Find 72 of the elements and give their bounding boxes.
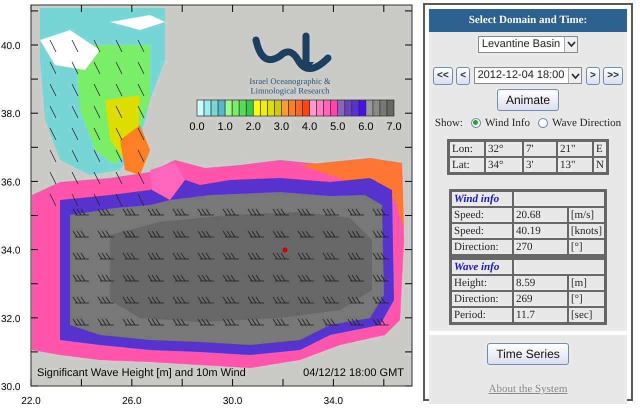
caret-icon <box>564 36 578 52</box>
nav-button[interactable]: > <box>586 66 600 84</box>
logo-text: Israel Oceanographic & <box>249 76 331 86</box>
table-cell: Direction: <box>451 239 513 255</box>
show-label: Show: <box>434 116 463 130</box>
colorbar-label: 7.0 <box>386 121 402 133</box>
table-cell: N <box>593 157 607 173</box>
table-cell: [m/s] <box>568 207 605 223</box>
logo-text: Limnological Research <box>250 86 330 96</box>
section-heading: Wave info <box>451 259 513 275</box>
table-cell: [m] <box>568 275 605 291</box>
axis-tick-label: 26.0 <box>122 396 142 407</box>
axis-tick-label: 34.0 <box>1 246 20 257</box>
table-cell: Direction: <box>451 291 513 307</box>
radio-label: Wind Info <box>484 116 530 130</box>
section-heading: Wind info <box>451 191 513 207</box>
map-timestamp: 04/12/12 18:00 GMT <box>303 367 404 379</box>
colorbar-label: 4.0 <box>302 121 318 133</box>
nav-button[interactable]: < <box>456 66 470 84</box>
axis-tick-label: 34.0 <box>324 396 344 407</box>
axis-tick-label: 30.0 <box>1 382 20 393</box>
table-cell: 21" <box>557 141 594 157</box>
table-cell: Height: <box>451 275 513 291</box>
table-cell: [sec] <box>568 307 605 323</box>
table-cell: 11.7 <box>513 307 568 323</box>
axis-tick-label: 40.0 <box>1 41 20 52</box>
table-cell: Speed: <box>451 207 513 223</box>
axis-tick-label: 30.0 <box>222 396 242 407</box>
table-cell: 40.19 <box>512 223 568 239</box>
radio-button[interactable] <box>470 118 481 128</box>
table-cell: Speed: <box>451 223 513 239</box>
table-cell: [°] <box>568 291 605 307</box>
panel-title: Select Domain and Time: <box>429 9 627 32</box>
table-cell: 20.68 <box>512 207 568 223</box>
table-cell: [°] <box>568 239 605 255</box>
table-cell: [knots] <box>568 223 605 239</box>
table-cell: 13" <box>557 157 594 173</box>
caret-icon <box>568 68 582 83</box>
axis-tick-label: 38.0 <box>1 109 20 120</box>
table-cell: 32° <box>485 141 524 157</box>
table-cell: E <box>593 141 607 157</box>
logo-icon <box>252 32 332 72</box>
radio-label: Wave Direction <box>552 116 622 130</box>
table-cell: 3' <box>523 157 558 173</box>
table-cell: 269 <box>513 291 568 307</box>
table-cell: Period: <box>451 307 513 323</box>
axis-tick-label: 32.0 <box>1 314 20 325</box>
table-cell: 34° <box>485 157 524 173</box>
nav-button[interactable]: >> <box>603 66 623 84</box>
time-series-button[interactable]: Time Series <box>487 343 569 365</box>
location-marker <box>282 248 288 252</box>
colorbar-label: 2.0 <box>246 121 261 133</box>
table-cell: Lon: <box>449 141 486 157</box>
table-cell: Lat: <box>449 157 486 173</box>
colorbar-label: 3.0 <box>274 121 290 133</box>
table-cell: 270 <box>512 239 568 255</box>
nav-button[interactable]: << <box>433 66 453 84</box>
domain-select[interactable]: Levantine Basin <box>478 36 578 52</box>
table-cell: 7' <box>523 141 558 157</box>
colorbar-label: 6.0 <box>358 121 374 133</box>
colorbar-label: 0.0 <box>189 121 205 133</box>
map-caption: Significant Wave Height [m] and 10m Wind <box>37 367 246 379</box>
time-select[interactable]: 2012-12-04 18:00 <box>474 67 582 84</box>
table-cell: 8.59 <box>513 275 568 291</box>
colorbar-label: 1.0 <box>218 121 233 133</box>
radio-option[interactable]: Wave Direction <box>538 114 622 131</box>
radio-option[interactable]: Wind Info <box>470 114 530 131</box>
axis-tick-label: 22.0 <box>21 396 41 407</box>
animate-button[interactable]: Animate <box>496 88 560 110</box>
axis-tick-label: 36.0 <box>1 177 20 188</box>
radio-button[interactable] <box>538 118 548 128</box>
colorbar-label: 5.0 <box>330 121 346 133</box>
